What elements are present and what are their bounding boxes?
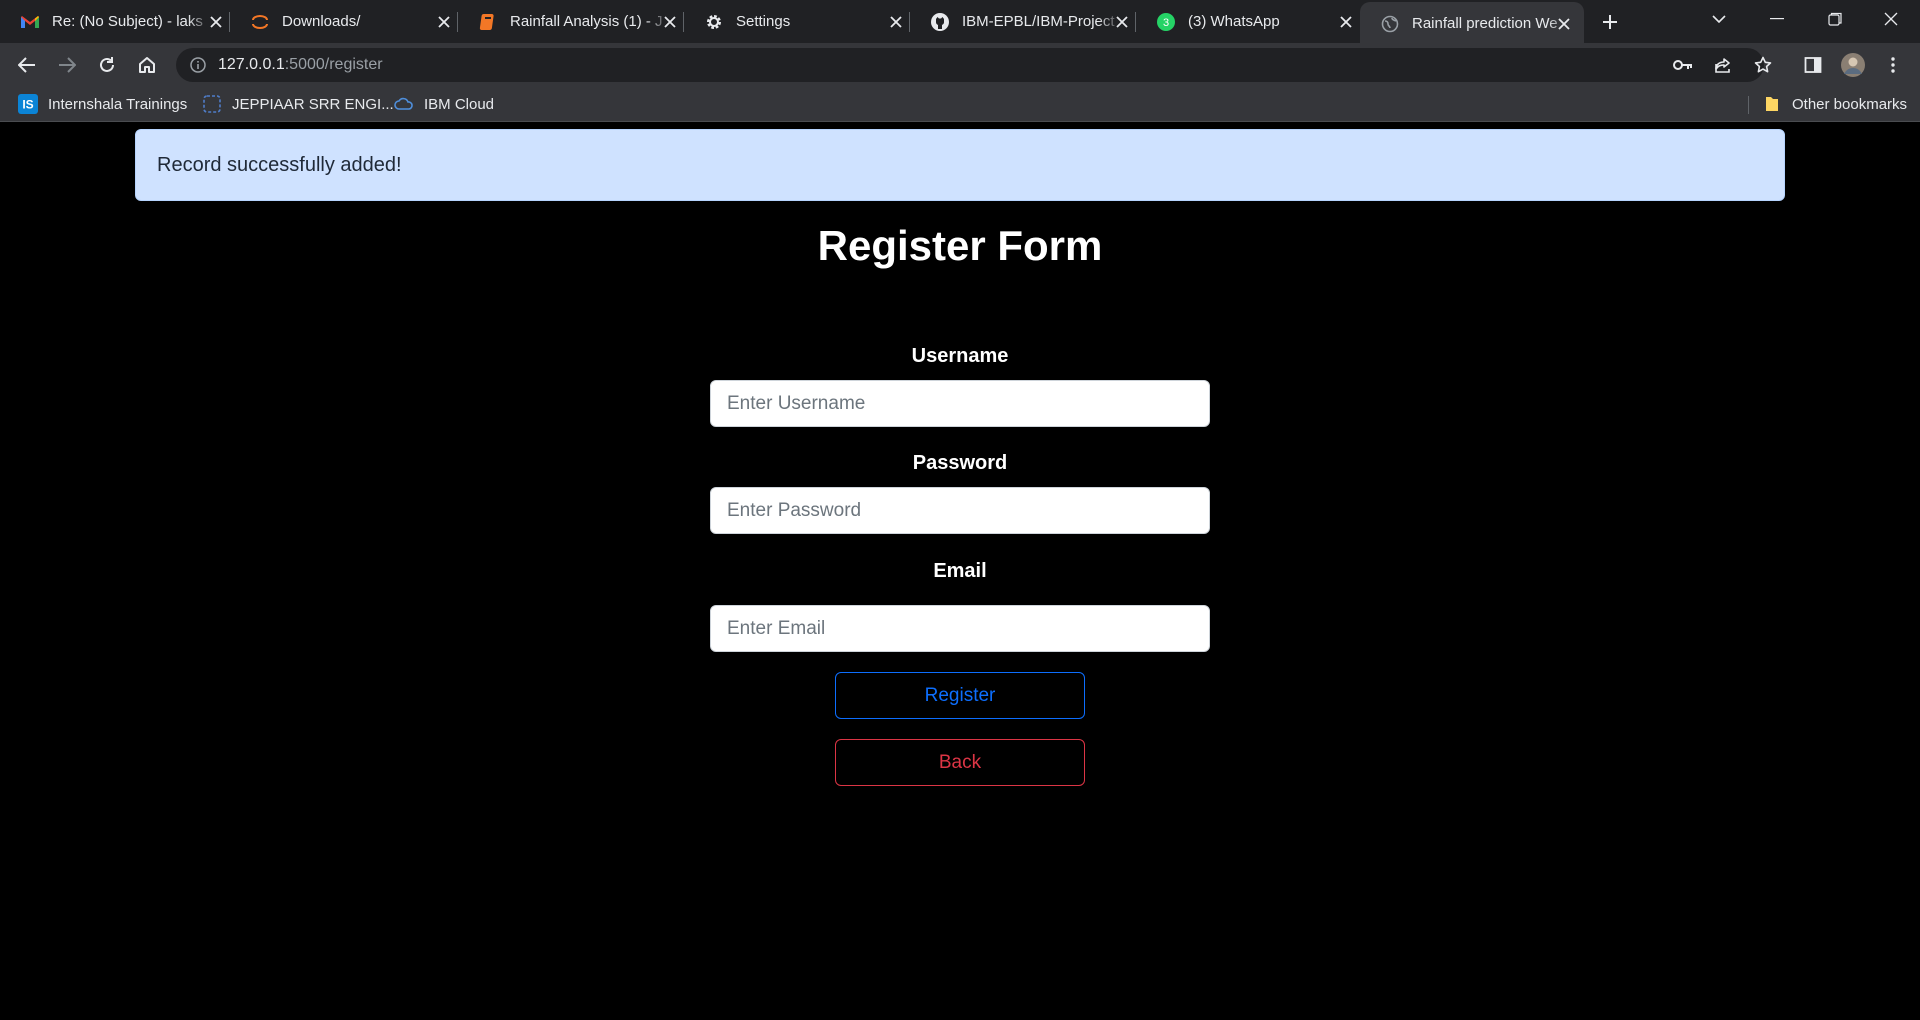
notebook-icon bbox=[478, 12, 498, 32]
address-bar[interactable]: 127.0.0.1:5000/register bbox=[176, 48, 1772, 82]
bookmark-label: JEPPIAAR SRR ENGI... bbox=[232, 95, 394, 113]
back-button-page[interactable]: Back bbox=[835, 739, 1085, 786]
minimize-button[interactable] bbox=[1748, 0, 1806, 38]
tab-search-button[interactable] bbox=[1690, 0, 1748, 38]
gmail-icon bbox=[20, 12, 40, 32]
close-tab-icon[interactable] bbox=[434, 12, 454, 32]
svg-text:3: 3 bbox=[1163, 17, 1169, 29]
new-tab-button[interactable] bbox=[1597, 9, 1623, 35]
whatsapp-icon: 3 bbox=[1156, 12, 1176, 32]
username-label: Username bbox=[911, 345, 1009, 367]
close-tab-icon[interactable] bbox=[660, 12, 680, 32]
bookmark-ibm-cloud[interactable]: IBM Cloud bbox=[394, 94, 494, 114]
tab-title: Downloads/ bbox=[282, 13, 361, 30]
forward-button[interactable] bbox=[52, 50, 82, 80]
url-host: 127.0.0.1 bbox=[218, 56, 285, 73]
profile-avatar[interactable] bbox=[1838, 50, 1868, 80]
url-path: :5000/register bbox=[284, 56, 383, 73]
tab-settings[interactable]: Settings bbox=[684, 0, 910, 43]
tab-title: Re: (No Subject) - laks bbox=[52, 13, 203, 30]
password-input[interactable] bbox=[710, 487, 1210, 534]
bookmark-internshala[interactable]: IS Internshala Trainings bbox=[18, 94, 187, 114]
browser-toolbar: 127.0.0.1:5000/register bbox=[0, 43, 1920, 87]
register-button[interactable]: Register bbox=[835, 672, 1085, 719]
home-button[interactable] bbox=[132, 50, 162, 80]
bookmark-jeppiaar[interactable]: JEPPIAAR SRR ENGI... bbox=[202, 94, 394, 114]
success-alert: Record successfully added! bbox=[135, 129, 1785, 201]
close-tab-icon[interactable] bbox=[206, 12, 226, 32]
globe-icon bbox=[1380, 14, 1400, 34]
bookmarks-separator bbox=[1748, 96, 1749, 114]
tab-title: (3) WhatsApp bbox=[1188, 13, 1280, 30]
page-title: Register Form bbox=[817, 222, 1103, 269]
close-window-button[interactable] bbox=[1862, 0, 1920, 38]
share-icon[interactable] bbox=[1712, 54, 1734, 76]
close-tab-icon[interactable] bbox=[1336, 12, 1356, 32]
tab-title: Rainfall prediction We bbox=[1412, 15, 1558, 32]
email-input[interactable] bbox=[710, 605, 1210, 652]
other-bookmarks-folder[interactable]: Other bookmarks bbox=[1762, 94, 1907, 114]
password-label: Password bbox=[912, 452, 1008, 474]
reload-button[interactable] bbox=[92, 50, 122, 80]
gear-icon bbox=[704, 12, 724, 32]
close-tab-icon[interactable] bbox=[1112, 12, 1132, 32]
github-icon bbox=[930, 12, 950, 32]
tab-title: Settings bbox=[736, 13, 791, 30]
bookmark-label: Internshala Trainings bbox=[48, 95, 188, 113]
tab-strip: Re: (No Subject) - laks Downloads/ Rainf… bbox=[0, 0, 1920, 43]
tab-title: Rainfall Analysis (1) - J bbox=[510, 13, 663, 30]
tab-title: IBM-EPBL/IBM-Project bbox=[962, 13, 1115, 30]
star-icon[interactable] bbox=[1752, 54, 1774, 76]
jupyter-icon bbox=[250, 12, 270, 32]
page-content: Record successfully added! Register Form… bbox=[0, 122, 1920, 1020]
email-label: Email bbox=[933, 560, 987, 582]
tab-downloads[interactable]: Downloads/ bbox=[230, 0, 458, 43]
bookmark-label: IBM Cloud bbox=[424, 95, 495, 113]
tab-rainfall-analysis[interactable]: Rainfall Analysis (1) - J bbox=[458, 0, 684, 43]
alert-message: Record successfully added! bbox=[157, 153, 402, 176]
folder-icon bbox=[1762, 94, 1782, 114]
ibm-cloud-icon bbox=[394, 94, 414, 114]
side-panel-button[interactable] bbox=[1798, 50, 1828, 80]
restore-button[interactable] bbox=[1806, 0, 1864, 38]
info-icon[interactable] bbox=[188, 55, 208, 75]
tab-rainfall-prediction[interactable]: Rainfall prediction We bbox=[1360, 2, 1584, 43]
close-tab-icon[interactable] bbox=[1554, 14, 1574, 34]
svg-text:IS: IS bbox=[22, 98, 33, 112]
site-icon bbox=[202, 94, 222, 114]
internshala-icon: IS bbox=[18, 94, 38, 114]
bookmarks-bar: IS Internshala Trainings JEPPIAAR SRR EN… bbox=[0, 87, 1920, 122]
menu-icon[interactable] bbox=[1878, 50, 1908, 80]
other-bookmarks-label: Other bookmarks bbox=[1792, 95, 1908, 113]
username-input[interactable] bbox=[710, 380, 1210, 427]
back-button[interactable] bbox=[12, 50, 42, 80]
tab-github[interactable]: IBM-EPBL/IBM-Project bbox=[910, 0, 1136, 43]
tab-gmail[interactable]: Re: (No Subject) - laks bbox=[0, 0, 230, 43]
key-icon[interactable] bbox=[1672, 54, 1694, 76]
close-tab-icon[interactable] bbox=[886, 12, 906, 32]
tab-whatsapp[interactable]: 3 (3) WhatsApp bbox=[1136, 0, 1360, 43]
url-text[interactable]: 127.0.0.1:5000/register bbox=[218, 56, 383, 74]
